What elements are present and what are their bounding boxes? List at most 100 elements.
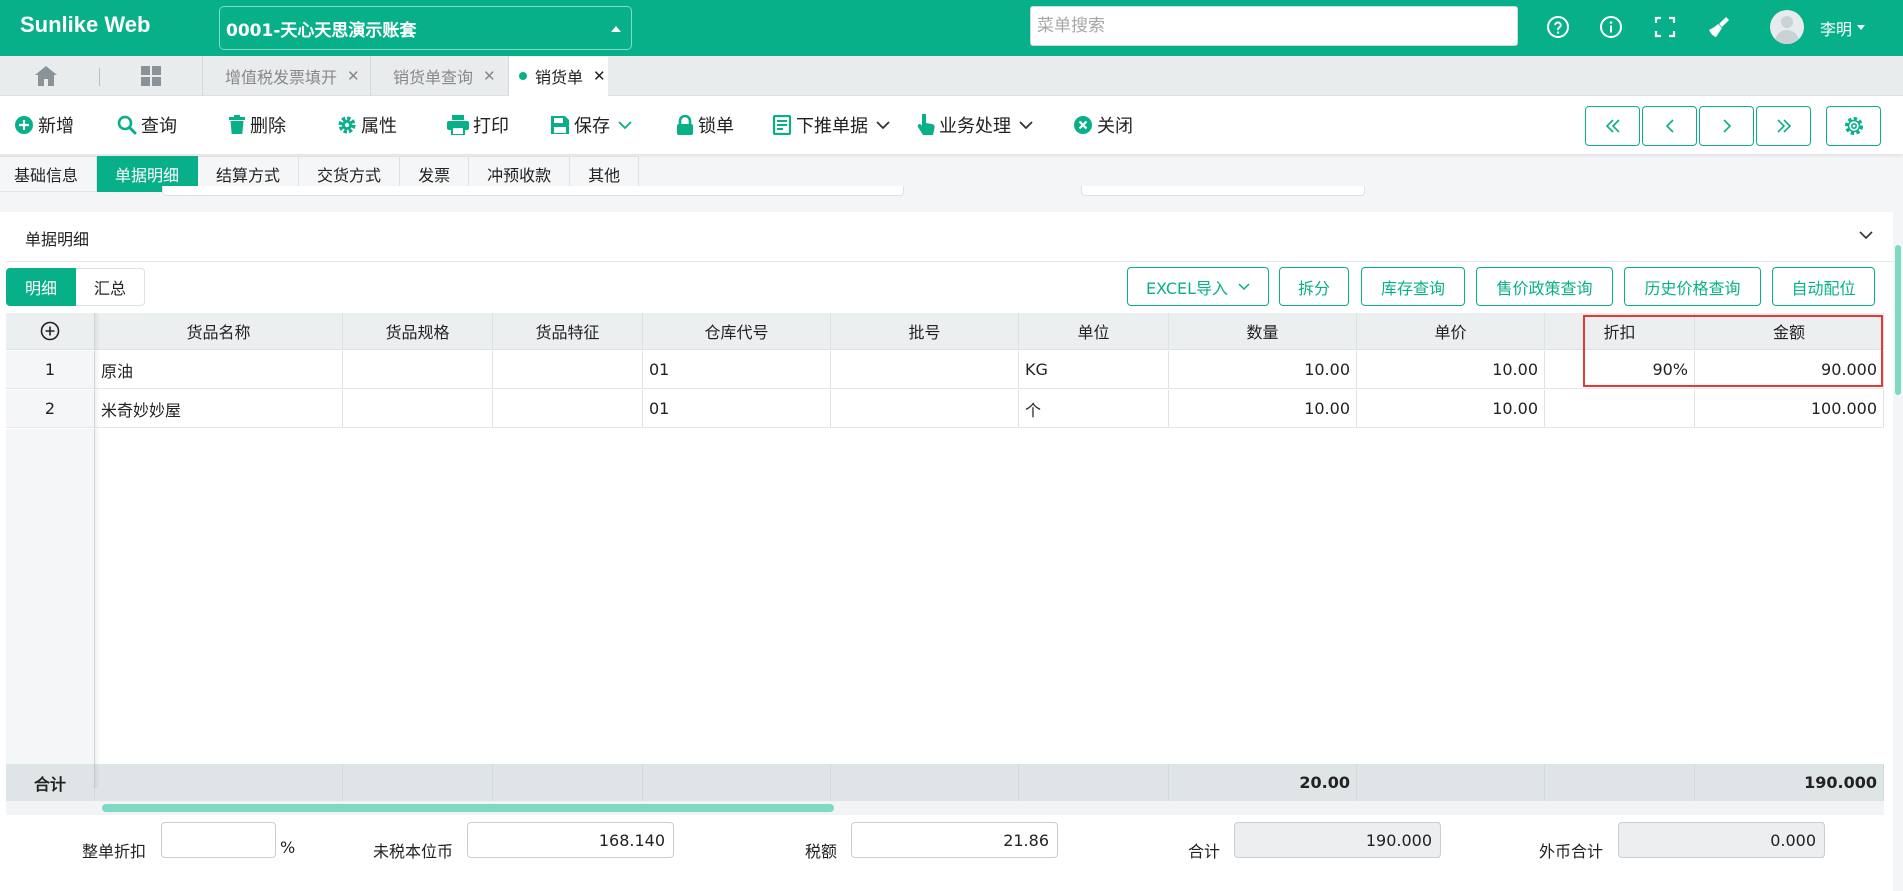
sum-cell bbox=[493, 764, 643, 801]
cell-spec[interactable] bbox=[343, 351, 493, 388]
double-chevron-left-icon bbox=[1605, 119, 1620, 133]
double-chevron-right-icon bbox=[1776, 119, 1791, 133]
prev-record-button[interactable] bbox=[1642, 106, 1697, 146]
cell-discount[interactable] bbox=[1545, 390, 1695, 427]
close-icon[interactable]: ✕ bbox=[483, 67, 496, 85]
cell-batch[interactable] bbox=[831, 390, 1019, 427]
first-record-button[interactable] bbox=[1585, 106, 1640, 146]
tab-basic-info[interactable]: 基础信息 bbox=[0, 156, 98, 192]
fullscreen-icon[interactable] bbox=[1650, 12, 1680, 42]
total-input: 190.000 bbox=[1234, 822, 1441, 858]
username[interactable]: 李明 bbox=[1820, 16, 1852, 40]
menu-search-input[interactable] bbox=[1030, 6, 1518, 46]
cell-price[interactable]: 10.00 bbox=[1357, 351, 1545, 388]
cell-batch[interactable] bbox=[831, 351, 1019, 388]
tab-sales-order[interactable]: 销货单 ✕ bbox=[508, 56, 608, 96]
tab-sales-query[interactable]: 销货单查询 ✕ bbox=[370, 56, 508, 96]
chevron-down-icon[interactable] bbox=[876, 120, 890, 130]
home-icon[interactable] bbox=[34, 65, 58, 87]
pretax-input[interactable]: 168.140 bbox=[467, 822, 674, 858]
close-icon[interactable]: ✕ bbox=[593, 67, 606, 85]
view-detail-button[interactable]: 明细 bbox=[6, 268, 77, 306]
cell-name[interactable]: 原油 bbox=[95, 351, 343, 388]
sum-cell bbox=[1545, 764, 1695, 801]
col-header-feature[interactable]: 货品特征 bbox=[493, 313, 643, 349]
scrollbar-thumb[interactable] bbox=[102, 804, 834, 812]
cell-unit[interactable]: 个 bbox=[1019, 390, 1169, 427]
chevron-down-icon[interactable] bbox=[618, 120, 632, 130]
stock-query-button[interactable]: 库存查询 bbox=[1361, 267, 1465, 306]
excel-import-button[interactable]: EXCEL导入 bbox=[1127, 267, 1269, 306]
cell-price[interactable]: 10.00 bbox=[1357, 390, 1545, 427]
settings-button[interactable] bbox=[1826, 106, 1881, 146]
lock-button[interactable]: 锁单 bbox=[676, 96, 734, 154]
cell-name[interactable]: 米奇妙妙屋 bbox=[95, 390, 343, 427]
business-button[interactable]: 业务处理 bbox=[917, 96, 1037, 154]
table-row[interactable]: 2 米奇妙妙屋 01 个 10.00 10.00 100.000 bbox=[6, 390, 1884, 428]
detail-panel: 单据明细 明细 汇总 EXCEL导入 拆分 库存查询 售价政策查询 历史价格查询… bbox=[0, 212, 1893, 891]
table-row[interactable]: 1 原油 01 KG 10.00 10.00 90% 90.000 bbox=[6, 351, 1884, 389]
horizontal-scrollbar[interactable] bbox=[6, 801, 1884, 815]
excel-import-label: EXCEL导入 bbox=[1145, 278, 1229, 298]
close-button[interactable]: 关闭 bbox=[1073, 96, 1133, 154]
cell-feature[interactable] bbox=[493, 390, 643, 427]
tax-input[interactable]: 21.86 bbox=[851, 822, 1058, 858]
auto-allocate-button[interactable]: 自动配位 bbox=[1772, 267, 1875, 306]
cell-discount[interactable]: 90% bbox=[1545, 351, 1695, 388]
col-header-name[interactable]: 货品名称 bbox=[95, 313, 343, 349]
cell-amount[interactable]: 90.000 bbox=[1695, 351, 1884, 388]
col-header-spec[interactable]: 货品规格 bbox=[343, 313, 493, 349]
split-button[interactable]: 拆分 bbox=[1279, 267, 1349, 306]
query-button[interactable]: 查询 bbox=[117, 96, 177, 154]
cell-qty[interactable]: 10.00 bbox=[1169, 351, 1357, 388]
next-record-button[interactable] bbox=[1699, 106, 1754, 146]
cell-feature[interactable] bbox=[493, 351, 643, 388]
col-header-discount[interactable]: 折扣 bbox=[1545, 313, 1695, 349]
vertical-scrollbar[interactable] bbox=[1895, 245, 1901, 395]
sum-qty: 20.00 bbox=[1169, 764, 1357, 801]
history-price-query-button[interactable]: 历史价格查询 bbox=[1624, 267, 1761, 306]
cell-warehouse[interactable]: 01 bbox=[643, 351, 831, 388]
delete-button[interactable]: 删除 bbox=[228, 96, 286, 154]
print-button[interactable]: 打印 bbox=[447, 96, 509, 154]
sum-cell bbox=[643, 764, 831, 801]
col-header-qty[interactable]: 数量 bbox=[1169, 313, 1357, 349]
sum-row: 合计 20.00 190.000 bbox=[6, 764, 1884, 801]
chevron-left-icon bbox=[1665, 119, 1674, 133]
push-down-button[interactable]: 下推单据 bbox=[772, 96, 894, 154]
new-button[interactable]: 新增 bbox=[14, 96, 74, 154]
avatar[interactable] bbox=[1770, 10, 1804, 44]
cell-warehouse[interactable]: 01 bbox=[643, 390, 831, 427]
save-button[interactable]: 保存 bbox=[550, 96, 636, 154]
price-policy-query-button[interactable]: 售价政策查询 bbox=[1476, 267, 1613, 306]
last-record-button[interactable] bbox=[1756, 106, 1811, 146]
cell-qty[interactable]: 10.00 bbox=[1169, 390, 1357, 427]
col-header-warehouse[interactable]: 仓库代号 bbox=[643, 313, 831, 349]
plus-circle-icon[interactable] bbox=[40, 321, 60, 341]
help-icon[interactable] bbox=[1543, 12, 1573, 42]
close-icon[interactable]: ✕ bbox=[347, 67, 360, 85]
info-icon[interactable] bbox=[1596, 12, 1626, 42]
col-header-batch[interactable]: 批号 bbox=[831, 313, 1019, 349]
view-toggle: 明细 汇总 bbox=[6, 268, 146, 306]
cell-unit[interactable]: KG bbox=[1019, 351, 1169, 388]
divider bbox=[99, 68, 100, 86]
divider bbox=[6, 261, 1893, 262]
chevron-down-icon[interactable] bbox=[1858, 230, 1874, 240]
clear-cache-icon[interactable] bbox=[1704, 12, 1734, 42]
col-header-unit[interactable]: 单位 bbox=[1019, 313, 1169, 349]
view-summary-button[interactable]: 汇总 bbox=[76, 268, 146, 306]
account-select[interactable]: 0001-天心天思演示账套 bbox=[219, 6, 632, 50]
col-header-price[interactable]: 单价 bbox=[1357, 313, 1545, 349]
fx-total-input: 0.000 bbox=[1618, 822, 1825, 858]
tab-vat-invoice[interactable]: 增值税发票填开 ✕ bbox=[202, 56, 370, 96]
order-discount-input[interactable] bbox=[161, 822, 276, 858]
col-header-amount[interactable]: 金额 bbox=[1695, 313, 1884, 349]
cell-spec[interactable] bbox=[343, 390, 493, 427]
apps-grid-icon[interactable] bbox=[140, 65, 162, 87]
chevron-down-icon[interactable] bbox=[1019, 120, 1033, 130]
cell-amount[interactable]: 100.000 bbox=[1695, 390, 1884, 427]
properties-button[interactable]: 属性 bbox=[337, 96, 397, 154]
grid-empty-area[interactable] bbox=[6, 429, 1884, 764]
sum-cell bbox=[95, 764, 343, 801]
